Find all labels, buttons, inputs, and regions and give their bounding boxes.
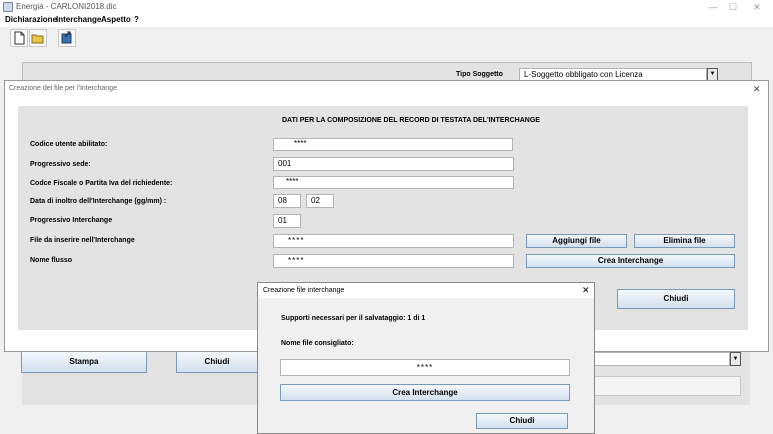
open-folder-button[interactable] xyxy=(29,29,47,47)
stampa-button[interactable]: Stampa xyxy=(21,351,147,373)
window-title: Energia - CARLONI2018.dic xyxy=(16,2,117,11)
elimina-file-button[interactable]: Elimina file xyxy=(634,234,735,248)
nome-flusso-label: Nome flusso xyxy=(30,257,73,264)
close-icon[interactable]: ✕ xyxy=(582,285,590,296)
toolbar xyxy=(0,27,773,50)
codice-fiscale-field[interactable]: **** xyxy=(273,176,514,189)
menu-help[interactable]: ? xyxy=(134,15,139,24)
background-chiudi-button[interactable]: Chiudi xyxy=(176,351,258,373)
codice-utente-field[interactable]: **** xyxy=(273,138,513,151)
data-mese-field[interactable]: 02 xyxy=(306,194,334,208)
chevron-down-icon[interactable]: ▼ xyxy=(730,352,741,366)
maximize-button[interactable]: ☐ xyxy=(724,1,742,13)
supporti-label: Supporti necessari per il salvataggio: 1… xyxy=(281,315,426,322)
aggiungi-file-button[interactable]: Aggiungi file xyxy=(526,234,627,248)
menu-aspetto[interactable]: Aspetto xyxy=(101,15,131,24)
app-icon xyxy=(3,2,13,12)
new-file-button[interactable] xyxy=(10,29,28,47)
interchange-dialog-title: Creazione dei file per l'Interchange xyxy=(9,85,117,92)
crea-interchange-button[interactable]: Crea Interchange xyxy=(280,384,570,401)
new-file-icon xyxy=(14,31,25,45)
creazione-file-dialog xyxy=(257,282,595,434)
nome-flusso-field[interactable]: **** xyxy=(273,254,514,268)
background-select[interactable] xyxy=(594,352,730,366)
data-inoltro-label: Data di inoltro dell'Interchange (gg/mm)… xyxy=(30,198,167,205)
progressivo-interchange-field[interactable]: 01 xyxy=(273,214,301,228)
progressivo-interchange-label: Progressivo Interchange xyxy=(30,217,113,224)
codice-utente-label: Codice utente abilitato: xyxy=(30,141,108,148)
nome-file-label: Nome file consigliato: xyxy=(281,340,354,347)
close-window-button[interactable]: ✕ xyxy=(748,1,766,13)
section-header: DATI PER LA COMPOSIZIONE DEL RECORD DI T… xyxy=(282,117,540,124)
progressivo-sede-field[interactable]: 001 xyxy=(273,157,514,171)
menu-interchange[interactable]: Interchange xyxy=(56,15,101,24)
dialog-chiudi-button[interactable]: Chiudi xyxy=(617,289,735,309)
minimize-button[interactable]: — xyxy=(704,1,722,13)
data-giorno-field[interactable]: 08 xyxy=(273,194,301,208)
menu-dichiarazione[interactable]: Dichiarazione xyxy=(5,15,57,24)
nome-file-field[interactable]: **** xyxy=(280,359,570,376)
export-button[interactable] xyxy=(58,29,76,47)
close-icon[interactable]: ✕ xyxy=(753,84,761,95)
file-inserire-field[interactable]: **** xyxy=(273,234,514,248)
crea-interchange-button[interactable]: Crea Interchange xyxy=(526,254,735,268)
chiudi-button[interactable]: Chiudi xyxy=(476,413,568,429)
progressivo-sede-label: Progressivo sede: xyxy=(30,161,91,168)
background-field xyxy=(594,376,741,396)
file-inserire-label: File da inserire nell'Interchange xyxy=(30,237,135,244)
tipo-soggetto-label: Tipo Soggetto xyxy=(456,71,503,78)
export-icon xyxy=(61,31,72,44)
creazione-file-title: Creazione file interchange xyxy=(263,287,345,294)
codice-fiscale-label: Codce Fiscale o Partita Iva del richiede… xyxy=(30,180,173,187)
open-folder-icon xyxy=(31,34,44,44)
